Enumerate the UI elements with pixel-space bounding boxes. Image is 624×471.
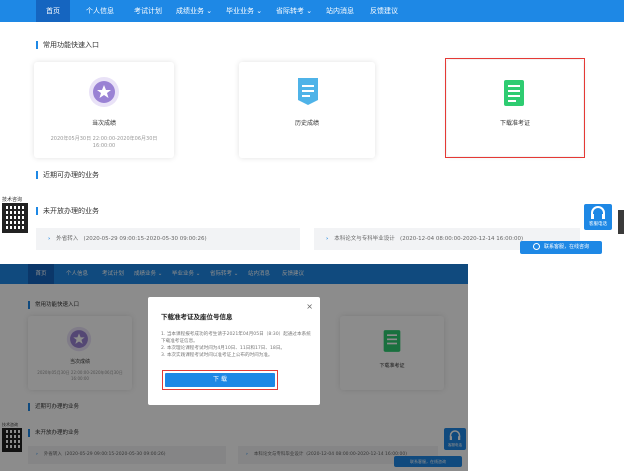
section-recent: 近期可办理的业务 — [36, 170, 99, 180]
top-nav: 首页 个人信息 考试计划 成绩业务 ⌄ 毕业业务 ⌄ 省际转考 ⌄ 站内消息 反… — [0, 0, 624, 22]
card-current-score[interactable]: 当次成绩 2020年05月30日 22:00:00-2020年06月30日 16… — [34, 62, 174, 158]
admission-download-dialog: 下载准考证及座位号信息 × 1. 当本课程报考成功的考生请于2021年04月05… — [148, 297, 320, 405]
chevron-right-icon: › — [326, 236, 329, 242]
dialog-title: 下载准考证及座位号信息 — [161, 313, 233, 321]
highlight-box — [445, 58, 585, 158]
headset-icon — [591, 206, 605, 219]
medal-icon — [89, 77, 119, 107]
nav-graduation[interactable]: 毕业业务 ⌄ — [226, 0, 262, 22]
hotline-button[interactable]: 客服电话 — [584, 204, 612, 230]
nav-exam-plan[interactable]: 考试计划 — [134, 0, 162, 22]
modal-page: 首页 个人信息 考试计划 成绩业务 ⌄ 毕业业务 ⌄ 省际转考 ⌄ 站内消息 反… — [0, 264, 468, 471]
chevron-right-icon: › — [48, 236, 51, 242]
main-page: 首页 个人信息 考试计划 成绩业务 ⌄ 毕业业务 ⌄ 省际转考 ⌄ 站内消息 反… — [0, 0, 624, 258]
list-item[interactable]: › 外省转入 (2020-05-29 09:00:15-2020-05-30 09… — [36, 228, 300, 250]
nav-transfer[interactable]: 省际转考 ⌄ — [276, 0, 312, 22]
section-notopen: 未开放办理的业务 — [36, 206, 99, 216]
nav-home[interactable]: 首页 — [36, 0, 70, 22]
scrollbar-thumb[interactable] — [618, 210, 624, 234]
close-icon[interactable]: × — [306, 302, 313, 311]
scroll-icon — [298, 78, 318, 105]
nav-scores[interactable]: 成绩业务 ⌄ — [176, 0, 212, 22]
nav-messages[interactable]: 站内消息 — [326, 0, 354, 22]
tech-consult-label: 技术咨询 — [2, 197, 23, 203]
nav-profile[interactable]: 个人信息 — [86, 0, 114, 22]
nav-feedback[interactable]: 反馈建议 — [370, 0, 398, 22]
dialog-body: 1. 当本课程报考成功的考生请于2021年04月05日（8:30）起通过本系统下… — [161, 332, 311, 358]
qr-code — [2, 203, 28, 233]
card-history-score[interactable]: 历史成绩 — [239, 62, 375, 158]
section-quick: 常用功能快速入口 — [36, 40, 99, 50]
highlight-box — [162, 370, 278, 390]
chat-icon — [532, 243, 540, 250]
online-chat-button[interactable]: 联系客服，在线咨询 — [520, 241, 602, 254]
